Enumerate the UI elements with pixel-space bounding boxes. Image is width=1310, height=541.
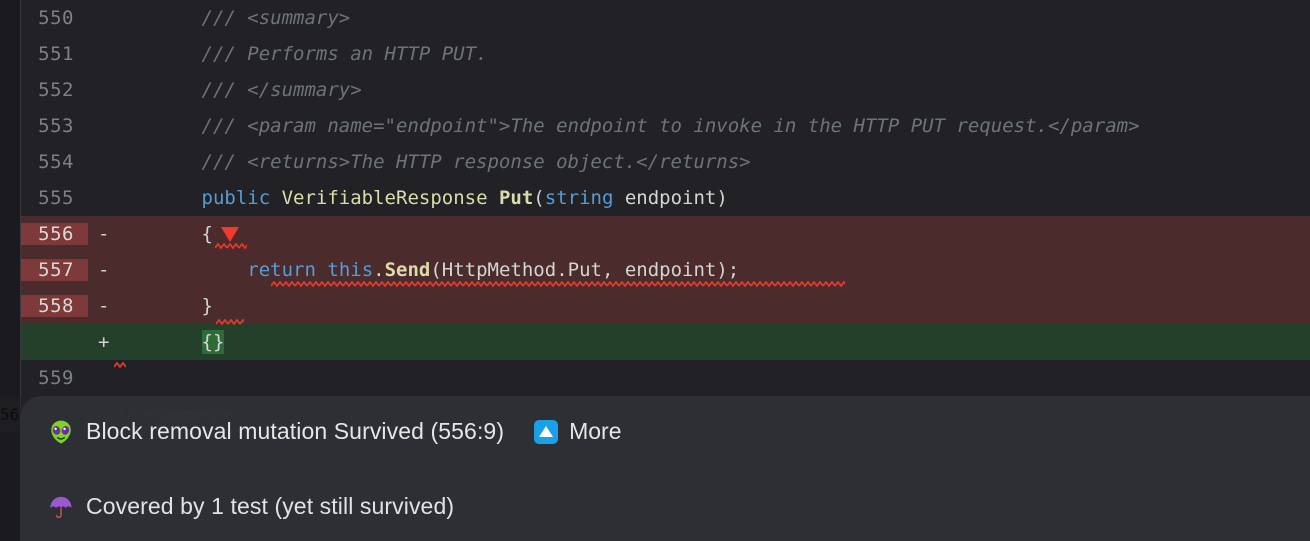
keyword-this: this xyxy=(327,259,374,281)
code-line-inserted[interactable]: + {} xyxy=(0,324,1310,360)
code-text: /// </summary> xyxy=(110,79,1310,101)
code-text: return this.Send(HttpMethod.Put, endpoin… xyxy=(110,259,1310,281)
comment-token: /// <param name="endpoint">The endpoint … xyxy=(110,115,1140,137)
coverage-label: Covered by 1 test (yet still survived) xyxy=(86,493,455,519)
brace-close: } xyxy=(201,295,213,317)
error-squiggle-559 xyxy=(114,362,126,368)
more-label: More xyxy=(569,418,622,444)
code-line-555[interactable]: 555 public VerifiableResponse Put(string… xyxy=(0,180,1310,216)
paren-close: ) xyxy=(716,187,728,209)
mutation-status-row: Block removal mutation Survived (556:9) … xyxy=(48,418,622,445)
brace-open: { xyxy=(201,223,213,245)
mutation-marker-icon[interactable] xyxy=(220,227,239,242)
keyword-public: public xyxy=(201,187,271,209)
error-squiggle-556 xyxy=(215,243,247,249)
code-line-550[interactable]: 550 /// <summary> xyxy=(0,0,1310,36)
diff-sign-minus: - xyxy=(98,295,110,317)
editor-left-margin xyxy=(0,0,20,541)
type-verifiableresponse: VerifiableResponse xyxy=(281,187,488,209)
paren-open: ( xyxy=(533,187,545,209)
method-send: Send xyxy=(384,259,431,281)
triangle-glyph xyxy=(539,426,554,437)
code-text: /// Performs an HTTP PUT. xyxy=(110,43,1310,65)
error-squiggle-558 xyxy=(216,319,244,325)
coverage-row: Covered by 1 test (yet still survived) xyxy=(48,493,454,520)
code-text: { xyxy=(110,223,1310,245)
call-args: (HttpMethod.Put, endpoint); xyxy=(430,259,740,281)
keyword-return: return xyxy=(247,259,316,281)
code-line-554[interactable]: 554 /// <returns>The HTTP response objec… xyxy=(0,144,1310,180)
error-squiggle-557 xyxy=(271,281,845,287)
diff-sign-minus: - xyxy=(98,259,110,281)
diff-sign-plus: + xyxy=(98,331,110,353)
comment-token: /// </summary> xyxy=(110,79,362,101)
alien-icon xyxy=(48,419,74,445)
dot: . xyxy=(373,259,385,281)
comment-token: /// <returns>The HTTP response object.</… xyxy=(110,151,751,173)
code-text: /// <returns>The HTTP response object.</… xyxy=(110,151,1310,173)
code-text: {} xyxy=(110,330,1310,354)
diff-sign-minus: - xyxy=(98,223,110,245)
code-text: /// <summary> xyxy=(110,7,1310,29)
comment-token: /// <summary> xyxy=(110,7,351,29)
method-put: Put xyxy=(498,187,534,209)
code-line-558[interactable]: 558 - } xyxy=(0,288,1310,324)
inserted-braces: {} xyxy=(201,330,225,354)
more-button[interactable]: More xyxy=(534,418,622,445)
param-endpoint: endpoint xyxy=(624,187,717,209)
vscode-diff-editor: 550 /// <summary> 551 /// Performs an HT… xyxy=(0,0,1310,541)
mutation-hover-panel: Block removal mutation Survived (556:9) … xyxy=(20,396,1310,541)
code-text: } xyxy=(110,295,1310,317)
code-line-553[interactable]: 553 /// <param name="endpoint">The endpo… xyxy=(0,108,1310,144)
code-text: /// <param name="endpoint">The endpoint … xyxy=(110,115,1310,137)
mutation-label: Block removal mutation Survived (556:9) xyxy=(86,418,505,444)
blue-up-triangle-icon xyxy=(534,419,559,444)
umbrella-icon xyxy=(48,494,74,520)
code-line-551[interactable]: 551 /// Performs an HTTP PUT. xyxy=(0,36,1310,72)
code-line-552[interactable]: 552 /// </summary> xyxy=(0,72,1310,108)
keyword-string: string xyxy=(544,187,614,209)
code-line-559[interactable]: 559 xyxy=(0,360,1310,396)
code-line-556[interactable]: 556 - { xyxy=(0,216,1310,252)
code-text: public VerifiableResponse Put(string end… xyxy=(110,187,1310,209)
comment-token: /// Performs an HTTP PUT. xyxy=(110,43,488,65)
